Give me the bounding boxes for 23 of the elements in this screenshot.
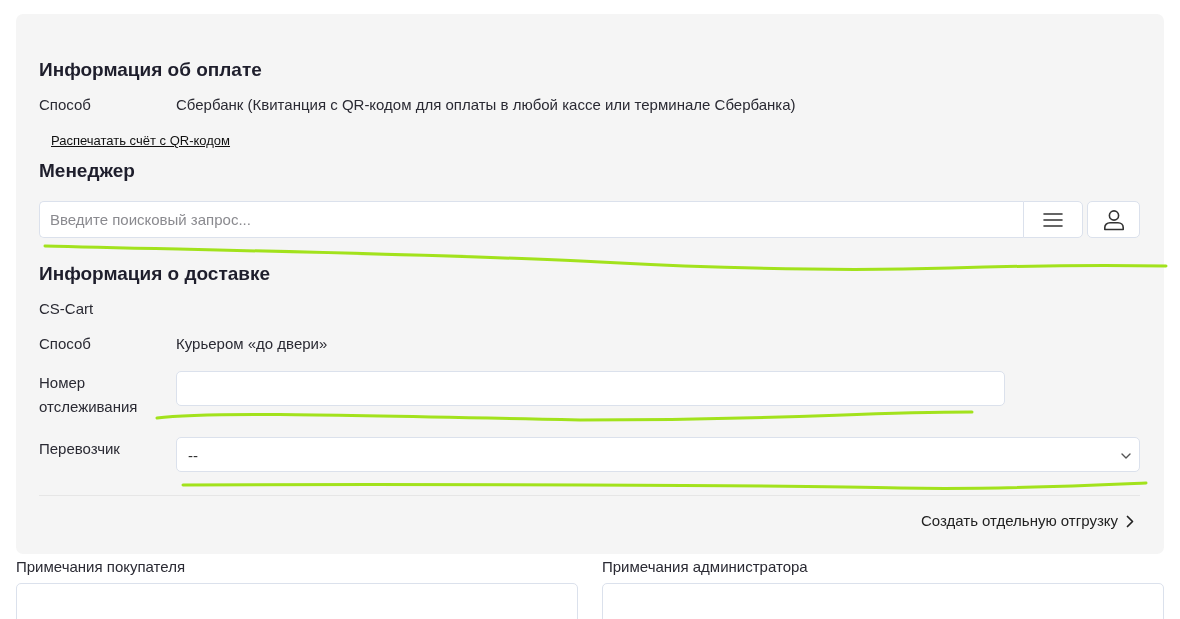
section-title: Информация об оплате	[39, 58, 263, 82]
menu-icon	[1043, 212, 1063, 227]
field-label: Способ	[39, 95, 92, 115]
field-label: Способ	[39, 334, 92, 354]
shipping-provider: CS-Cart	[39, 299, 95, 319]
field-label: Номер отслеживания	[39, 373, 139, 417]
print-invoice-link[interactable]: Распечатать счёт с QR-кодом	[51, 133, 230, 148]
user-button[interactable]	[1087, 201, 1140, 238]
carrier-select[interactable]: --	[176, 437, 1140, 472]
chevron-down-icon	[1121, 452, 1131, 459]
chevron-right-icon	[1126, 514, 1134, 528]
list-button[interactable]	[1023, 201, 1083, 238]
person-icon	[1102, 208, 1125, 231]
notes-label: Примечания администратора	[602, 559, 808, 575]
create-shipment-link[interactable]: Создать отдельную отгрузку	[920, 511, 1134, 531]
field-value: Сбербанк (Квитанция с QR-кодом для оплаты в любой кассе или терминале Сбербанка)	[176, 95, 796, 115]
section-title: Информация о доставке	[39, 262, 272, 286]
section-title: Менеджер	[39, 159, 136, 183]
tracking-number-field[interactable]	[176, 371, 1005, 406]
search-field[interactable]: Введите поисковый запрос...	[39, 201, 1023, 238]
field-value: Курьером «до двери»	[176, 334, 328, 354]
field-label: Перевозчик	[39, 439, 121, 459]
notes-label: Примечания покупателя	[16, 559, 186, 575]
